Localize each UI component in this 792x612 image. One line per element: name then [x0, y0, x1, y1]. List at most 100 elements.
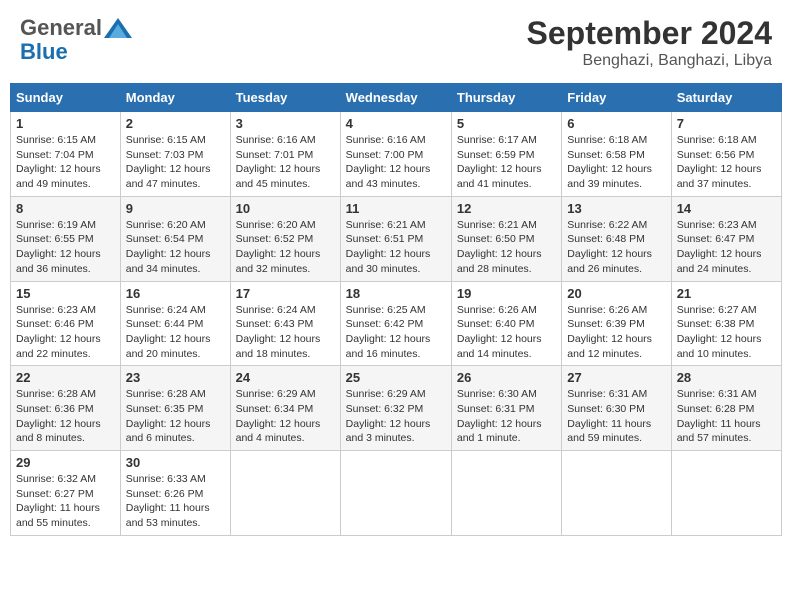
calendar-cell: 30Sunrise: 6:33 AMSunset: 6:26 PMDayligh… [120, 451, 230, 536]
calendar-cell: 5 Sunrise: 6:17 AMSunset: 6:59 PMDaylight… [451, 112, 561, 197]
calendar-cell: 26 Sunrise: 6:30 AMSunset: 6:31 PMDayligh… [451, 366, 561, 451]
day-info: Sunrise: 6:32 AMSunset: 6:27 PMDaylight:… [16, 472, 115, 531]
day-number: 4 [346, 116, 446, 131]
calendar-cell: 2 Sunrise: 6:15 AMSunset: 7:03 PMDaylight… [120, 112, 230, 197]
calendar-table: SundayMondayTuesdayWednesdayThursdayFrid… [10, 83, 782, 536]
calendar-cell: 22 Sunrise: 6:28 AMSunset: 6:36 PMDayligh… [11, 366, 121, 451]
calendar-cell: 25 Sunrise: 6:29 AMSunset: 6:32 PMDayligh… [340, 366, 451, 451]
day-info: Sunrise: 6:31 AMSunset: 6:30 PMDaylight:… [567, 387, 665, 446]
day-number: 20 [567, 286, 665, 301]
calendar-week-row: 8 Sunrise: 6:19 AMSunset: 6:55 PMDaylight… [11, 196, 782, 281]
day-info: Sunrise: 6:15 AMSunset: 7:03 PMDaylight:… [126, 133, 225, 192]
page-header: General Blue September 2024 Benghazi, Ba… [10, 10, 782, 75]
calendar-cell: 21 Sunrise: 6:27 AMSunset: 6:38 PMDayligh… [671, 281, 781, 366]
day-info: Sunrise: 6:19 AMSunset: 6:55 PMDaylight:… [16, 218, 115, 277]
calendar-cell: 11 Sunrise: 6:21 AMSunset: 6:51 PMDayligh… [340, 196, 451, 281]
day-info: Sunrise: 6:15 AMSunset: 7:04 PMDaylight:… [16, 133, 115, 192]
day-of-week-header: Sunday [11, 84, 121, 112]
day-of-week-header: Friday [562, 84, 671, 112]
day-number: 22 [16, 370, 115, 385]
calendar-header-row: SundayMondayTuesdayWednesdayThursdayFrid… [11, 84, 782, 112]
calendar-cell: 12 Sunrise: 6:21 AMSunset: 6:50 PMDayligh… [451, 196, 561, 281]
calendar-cell: 17 Sunrise: 6:24 AMSunset: 6:43 PMDayligh… [230, 281, 340, 366]
day-number: 2 [126, 116, 225, 131]
day-number: 18 [346, 286, 446, 301]
day-of-week-header: Thursday [451, 84, 561, 112]
calendar-cell: 20 Sunrise: 6:26 AMSunset: 6:39 PMDayligh… [562, 281, 671, 366]
day-info: Sunrise: 6:21 AMSunset: 6:51 PMDaylight:… [346, 218, 446, 277]
day-info: Sunrise: 6:18 AMSunset: 6:58 PMDaylight:… [567, 133, 665, 192]
day-info: Sunrise: 6:24 AMSunset: 6:43 PMDaylight:… [236, 303, 335, 362]
day-of-week-header: Wednesday [340, 84, 451, 112]
calendar-cell [562, 451, 671, 536]
calendar-cell: 14 Sunrise: 6:23 AMSunset: 6:47 PMDayligh… [671, 196, 781, 281]
location-title: Benghazi, Banghazi, Libya [527, 52, 772, 70]
day-number: 14 [677, 201, 776, 216]
calendar-cell [451, 451, 561, 536]
logo-text: General [20, 15, 102, 41]
calendar-cell: 1 Sunrise: 6:15 AMSunset: 7:04 PMDaylight… [11, 112, 121, 197]
calendar-cell: 9 Sunrise: 6:20 AMSunset: 6:54 PMDaylight… [120, 196, 230, 281]
day-number: 16 [126, 286, 225, 301]
logo: General Blue [20, 15, 132, 65]
day-of-week-header: Tuesday [230, 84, 340, 112]
day-info: Sunrise: 6:17 AMSunset: 6:59 PMDaylight:… [457, 133, 556, 192]
calendar-cell: 13 Sunrise: 6:22 AMSunset: 6:48 PMDayligh… [562, 196, 671, 281]
day-number: 3 [236, 116, 335, 131]
day-info: Sunrise: 6:30 AMSunset: 6:31 PMDaylight:… [457, 387, 556, 446]
day-info: Sunrise: 6:16 AMSunset: 7:01 PMDaylight:… [236, 133, 335, 192]
calendar-cell: 8 Sunrise: 6:19 AMSunset: 6:55 PMDaylight… [11, 196, 121, 281]
day-number: 9 [126, 201, 225, 216]
calendar-cell: 3 Sunrise: 6:16 AMSunset: 7:01 PMDaylight… [230, 112, 340, 197]
calendar-cell: 19Sunrise: 6:26 AMSunset: 6:40 PMDayligh… [451, 281, 561, 366]
day-info: Sunrise: 6:27 AMSunset: 6:38 PMDaylight:… [677, 303, 776, 362]
day-number: 1 [16, 116, 115, 131]
day-number: 15 [16, 286, 115, 301]
calendar-week-row: 29Sunrise: 6:32 AMSunset: 6:27 PMDayligh… [11, 451, 782, 536]
day-info: Sunrise: 6:29 AMSunset: 6:34 PMDaylight:… [236, 387, 335, 446]
calendar-cell [671, 451, 781, 536]
calendar-cell [340, 451, 451, 536]
day-number: 25 [346, 370, 446, 385]
day-number: 23 [126, 370, 225, 385]
day-number: 26 [457, 370, 556, 385]
day-number: 12 [457, 201, 556, 216]
day-number: 5 [457, 116, 556, 131]
day-number: 17 [236, 286, 335, 301]
calendar-cell: 15 Sunrise: 6:23 AMSunset: 6:46 PMDayligh… [11, 281, 121, 366]
day-info: Sunrise: 6:23 AMSunset: 6:46 PMDaylight:… [16, 303, 115, 362]
day-info: Sunrise: 6:20 AMSunset: 6:52 PMDaylight:… [236, 218, 335, 277]
month-title: September 2024 [527, 15, 772, 52]
day-info: Sunrise: 6:20 AMSunset: 6:54 PMDaylight:… [126, 218, 225, 277]
calendar-cell: 10Sunrise: 6:20 AMSunset: 6:52 PMDayligh… [230, 196, 340, 281]
calendar-cell: 29Sunrise: 6:32 AMSunset: 6:27 PMDayligh… [11, 451, 121, 536]
day-info: Sunrise: 6:22 AMSunset: 6:48 PMDaylight:… [567, 218, 665, 277]
calendar-cell: 23 Sunrise: 6:28 AMSunset: 6:35 PMDayligh… [120, 366, 230, 451]
day-info: Sunrise: 6:29 AMSunset: 6:32 PMDaylight:… [346, 387, 446, 446]
day-number: 11 [346, 201, 446, 216]
day-info: Sunrise: 6:25 AMSunset: 6:42 PMDaylight:… [346, 303, 446, 362]
day-number: 21 [677, 286, 776, 301]
calendar-week-row: 22 Sunrise: 6:28 AMSunset: 6:36 PMDayligh… [11, 366, 782, 451]
day-info: Sunrise: 6:28 AMSunset: 6:35 PMDaylight:… [126, 387, 225, 446]
day-info: Sunrise: 6:33 AMSunset: 6:26 PMDaylight:… [126, 472, 225, 531]
calendar-cell [230, 451, 340, 536]
calendar-week-row: 15 Sunrise: 6:23 AMSunset: 6:46 PMDayligh… [11, 281, 782, 366]
day-info: Sunrise: 6:28 AMSunset: 6:36 PMDaylight:… [16, 387, 115, 446]
day-info: Sunrise: 6:26 AMSunset: 6:39 PMDaylight:… [567, 303, 665, 362]
day-of-week-header: Saturday [671, 84, 781, 112]
day-number: 13 [567, 201, 665, 216]
day-info: Sunrise: 6:16 AMSunset: 7:00 PMDaylight:… [346, 133, 446, 192]
day-info: Sunrise: 6:21 AMSunset: 6:50 PMDaylight:… [457, 218, 556, 277]
day-of-week-header: Monday [120, 84, 230, 112]
day-info: Sunrise: 6:23 AMSunset: 6:47 PMDaylight:… [677, 218, 776, 277]
calendar-cell: 6Sunrise: 6:18 AMSunset: 6:58 PMDaylight… [562, 112, 671, 197]
logo-triangle-icon [104, 18, 132, 38]
day-number: 24 [236, 370, 335, 385]
calendar-cell: 16 Sunrise: 6:24 AMSunset: 6:44 PMDayligh… [120, 281, 230, 366]
day-number: 8 [16, 201, 115, 216]
day-info: Sunrise: 6:24 AMSunset: 6:44 PMDaylight:… [126, 303, 225, 362]
day-info: Sunrise: 6:26 AMSunset: 6:40 PMDaylight:… [457, 303, 556, 362]
calendar-cell: 28Sunrise: 6:31 AMSunset: 6:28 PMDayligh… [671, 366, 781, 451]
day-number: 27 [567, 370, 665, 385]
